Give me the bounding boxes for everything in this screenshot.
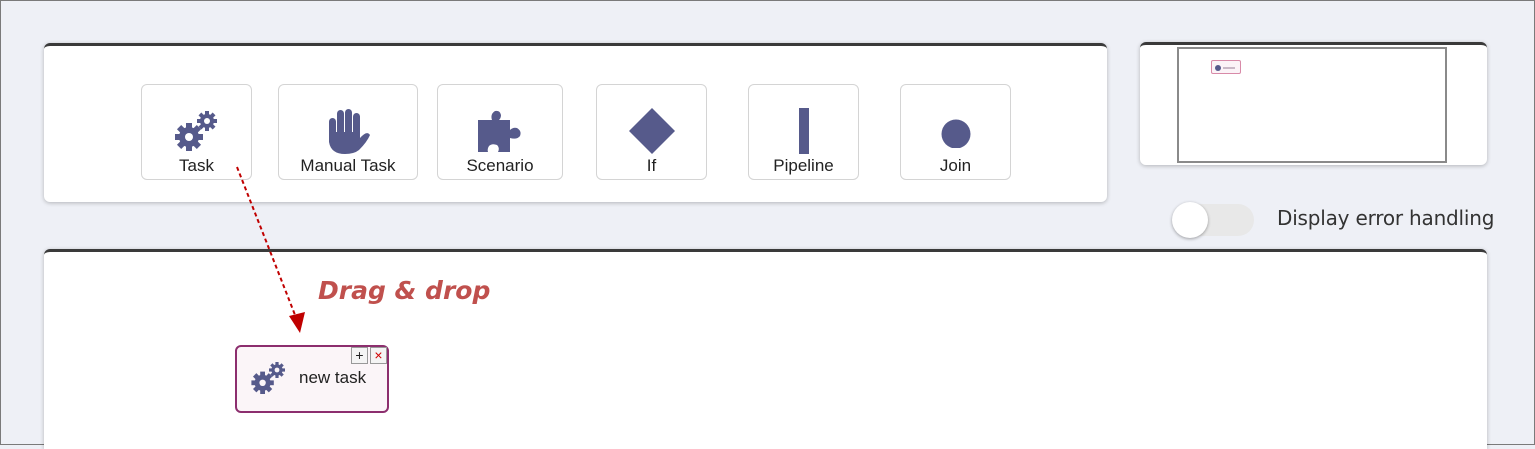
remove-button[interactable]: × [370,347,387,364]
task-node[interactable]: + × new task [235,345,389,413]
gears-icon [249,359,289,399]
task-node-label: new task [299,368,367,387]
drag-arrow [236,166,305,333]
add-button[interactable]: + [351,347,368,364]
